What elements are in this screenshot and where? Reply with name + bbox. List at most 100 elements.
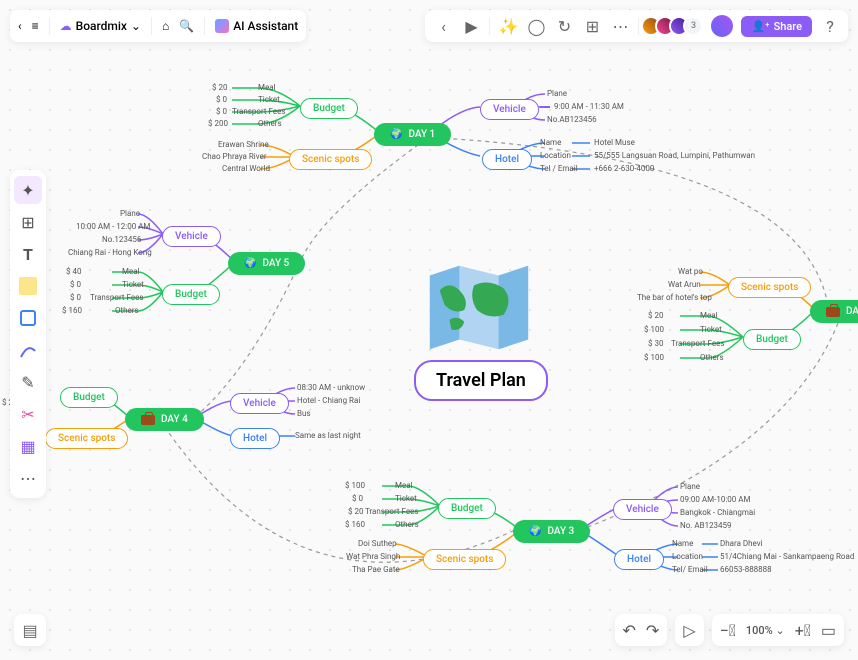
menu-icon[interactable]: ≡ xyxy=(32,19,39,33)
node-day1-budget[interactable]: Budget xyxy=(300,98,358,119)
back-icon[interactable]: ‹ xyxy=(18,19,22,33)
node-day5[interactable]: 🌍DAY 5 xyxy=(228,252,305,275)
leaf: Ticket xyxy=(700,325,722,334)
leaf: $ 200 xyxy=(208,119,228,128)
tag-icon[interactable]: ⌂ xyxy=(162,19,169,33)
more-icon[interactable]: ⋯ xyxy=(610,16,630,36)
node-day1-vehicle[interactable]: Vehicle xyxy=(480,99,539,120)
node-day5-budget[interactable]: Budget xyxy=(162,284,220,305)
leaf: Same as last night xyxy=(295,431,361,440)
pointer-mode-icon[interactable]: ▷ xyxy=(683,621,695,640)
chart-icon[interactable]: ⊞ xyxy=(582,16,602,36)
leaf: Meal xyxy=(700,311,718,320)
node-day3-spots[interactable]: Scenic spots xyxy=(423,549,506,570)
leaf: 09:00 AM-10:00 AM xyxy=(680,495,750,504)
node-day2-budget[interactable]: Budget xyxy=(743,329,801,350)
minimap-icon[interactable]: ▭ xyxy=(821,621,836,640)
leaf: Ticket xyxy=(395,494,417,503)
frame-tool[interactable]: ⊞ xyxy=(14,208,42,236)
sticky-tool[interactable] xyxy=(14,272,42,300)
node-day1-spots[interactable]: Scenic spots xyxy=(289,149,372,170)
leaf: Name xyxy=(540,138,561,147)
leaf: Others xyxy=(395,520,419,529)
leaf: Chao Phraya River xyxy=(202,152,267,161)
leaf: Transport Fees xyxy=(232,107,285,116)
expand-icon[interactable]: ‹ xyxy=(433,16,453,36)
leaf: Others xyxy=(115,306,139,315)
share-button[interactable]: 👤⁺Share xyxy=(741,16,812,37)
node-day5-vehicle[interactable]: Vehicle xyxy=(162,226,221,247)
node-day2-spots[interactable]: Scenic spots xyxy=(728,277,811,298)
leaf: $ 20 xyxy=(348,507,363,516)
undo-icon[interactable]: ↶ xyxy=(623,621,636,640)
more-tools[interactable]: ⋯ xyxy=(14,464,42,492)
zoom-in-icon[interactable]: +⃝ xyxy=(795,621,811,640)
leaf: Plane xyxy=(680,482,700,491)
play-icon[interactable]: ▶ xyxy=(461,16,481,36)
leaf: Plane xyxy=(547,89,567,98)
leaf: Wat Phra Singh xyxy=(346,552,400,561)
leaf: Doi Suthep xyxy=(358,539,397,548)
node-day4-spots[interactable]: Scenic spots xyxy=(45,428,128,449)
node-day4[interactable]: DAY 4 xyxy=(125,408,204,431)
node-day4-hotel[interactable]: Hotel xyxy=(230,428,280,449)
board-name[interactable]: ☁Boardmix⌄ xyxy=(60,19,141,33)
leaf: 9:00 AM - 11:30 AM xyxy=(540,102,624,111)
zoom-out-icon[interactable]: −⃝ xyxy=(720,621,736,640)
text-tool[interactable]: T xyxy=(14,240,42,268)
history-icon[interactable]: ↻ xyxy=(554,16,574,36)
leaf: Central World xyxy=(222,164,270,173)
leaf: $ 100 xyxy=(644,325,664,334)
template-tool-2[interactable]: ▦ xyxy=(14,432,42,460)
zoom-level[interactable]: 100% ⌄ xyxy=(746,624,785,637)
ai-assistant-button[interactable]: AI Assistant xyxy=(215,19,298,33)
avatar-count: 3 xyxy=(683,16,703,36)
leaf: Tel / Email xyxy=(540,164,578,173)
comment-icon[interactable]: ◯ xyxy=(526,16,546,36)
leaf: $ 0 xyxy=(352,494,363,503)
leaf: Plane xyxy=(120,209,140,218)
search-icon[interactable]: 🔍 xyxy=(179,19,194,33)
ai-icon xyxy=(215,19,229,33)
node-day3-budget[interactable]: Budget xyxy=(438,498,496,519)
node-day2[interactable]: DAY 2 xyxy=(810,300,858,323)
cloud-icon: ☁ xyxy=(60,19,72,33)
node-day1[interactable]: 🌍DAY 1 xyxy=(374,123,451,146)
collaborator-avatars[interactable]: 3 xyxy=(647,16,703,36)
leaf: Name xyxy=(672,539,693,548)
leaf: Others xyxy=(700,353,724,362)
leaf: Dhara Dhevi xyxy=(720,539,763,548)
leaf: Transport Fees xyxy=(671,339,724,348)
leaf: The bar of hotel's top xyxy=(637,293,712,302)
leaf: 08:30 AM - unknow xyxy=(297,383,365,392)
my-avatar[interactable] xyxy=(711,15,733,37)
wand-icon[interactable]: ✨ xyxy=(498,16,518,36)
share-icon: 👤⁺ xyxy=(751,20,769,33)
leaf: Transport Fees xyxy=(90,293,143,302)
pen-tool[interactable]: ✎ xyxy=(14,368,42,396)
node-day4-vehicle[interactable]: Vehicle xyxy=(230,393,289,414)
leaf: $ 0 xyxy=(216,95,227,104)
node-day3-vehicle[interactable]: Vehicle xyxy=(613,499,672,520)
shape-tool[interactable] xyxy=(14,304,42,332)
template-tool-1[interactable]: ✂ xyxy=(14,400,42,428)
node-day1-hotel[interactable]: Hotel xyxy=(482,149,532,170)
leaf: 10:00 AM - 12:00 AM xyxy=(76,222,150,231)
node-day3-hotel[interactable]: Hotel xyxy=(614,549,664,570)
leaf: $ 20 xyxy=(212,83,227,92)
leaf: $ 20 xyxy=(648,311,663,320)
node-center[interactable]: Travel Plan xyxy=(414,360,548,401)
leaf: +666 2-630-4000 xyxy=(594,164,654,173)
chevron-down-icon: ⌄ xyxy=(131,19,141,33)
node-day4-budget[interactable]: Budget xyxy=(60,387,118,408)
center-title: Travel Plan xyxy=(436,370,526,391)
node-day3[interactable]: 🌍DAY 3 xyxy=(513,520,590,543)
redo-icon[interactable]: ↷ xyxy=(646,621,659,640)
connector-tool[interactable] xyxy=(14,336,42,364)
leaf: Bus xyxy=(297,409,311,418)
layers-button[interactable]: ▤ xyxy=(14,614,46,646)
help-icon[interactable]: ? xyxy=(820,16,840,36)
bottom-right-controls: ↶ ↷ ▷ −⃝ 100% ⌄ +⃝ ▭ xyxy=(615,614,844,646)
leaf: $ 100 xyxy=(644,353,664,362)
cursor-tool[interactable]: ✦ xyxy=(14,176,42,204)
